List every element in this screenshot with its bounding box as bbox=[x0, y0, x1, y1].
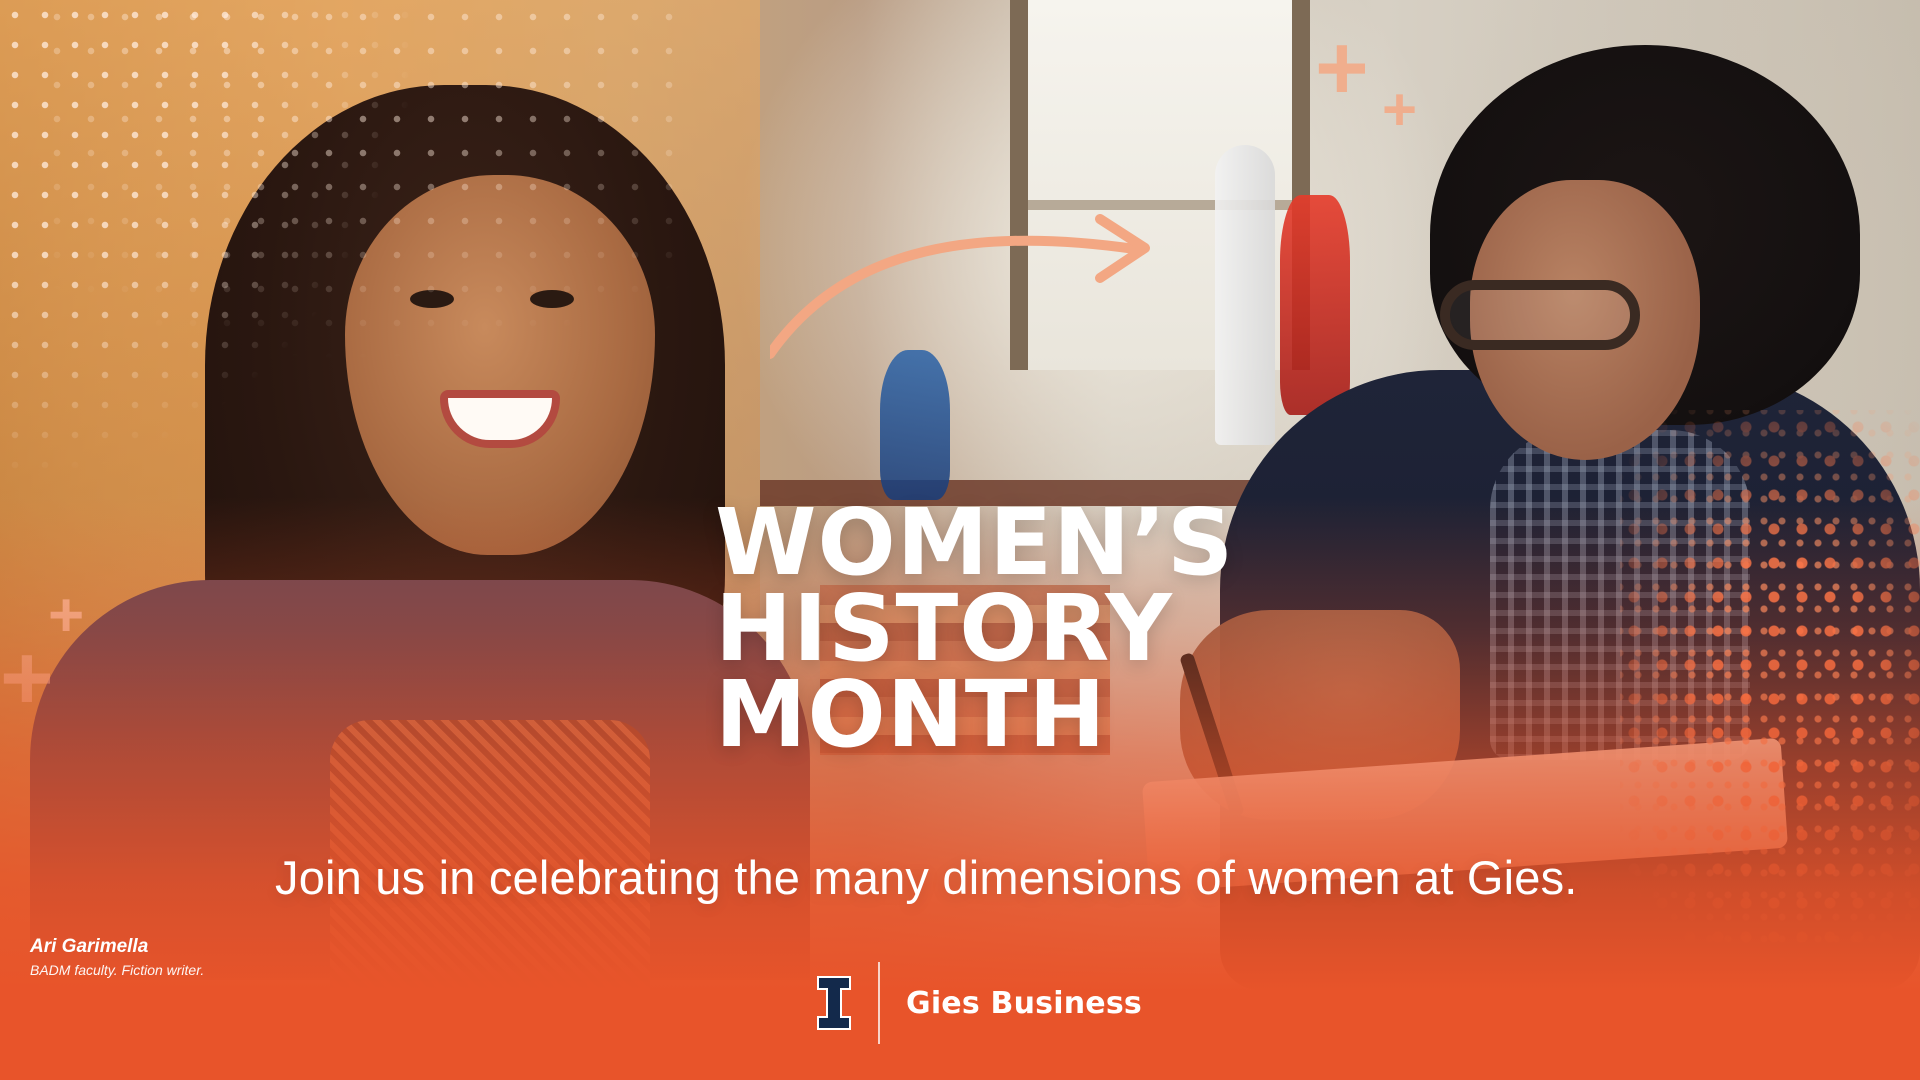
illinois-block-i-icon bbox=[816, 975, 852, 1031]
subheadline: Join us in celebrating the many dimensio… bbox=[275, 851, 1578, 904]
caption-name: Ari Garimella bbox=[30, 936, 149, 957]
brand-name: Gies Business bbox=[906, 985, 1142, 1021]
headline-line-1: WOMEN’S bbox=[715, 489, 1235, 596]
headline-line-3: MONTH bbox=[715, 661, 1107, 768]
photo-caption: Ari Garimella BADM faculty. Fiction writ… bbox=[30, 936, 204, 978]
headline-line-2: HISTORY bbox=[715, 575, 1173, 682]
brand-lockup: Gies Business bbox=[816, 962, 1142, 1044]
caption-role: BADM faculty. Fiction writer. bbox=[30, 962, 205, 978]
brand-divider bbox=[878, 962, 880, 1044]
headline: WOMEN’S HISTORY MONTH bbox=[715, 489, 1235, 768]
